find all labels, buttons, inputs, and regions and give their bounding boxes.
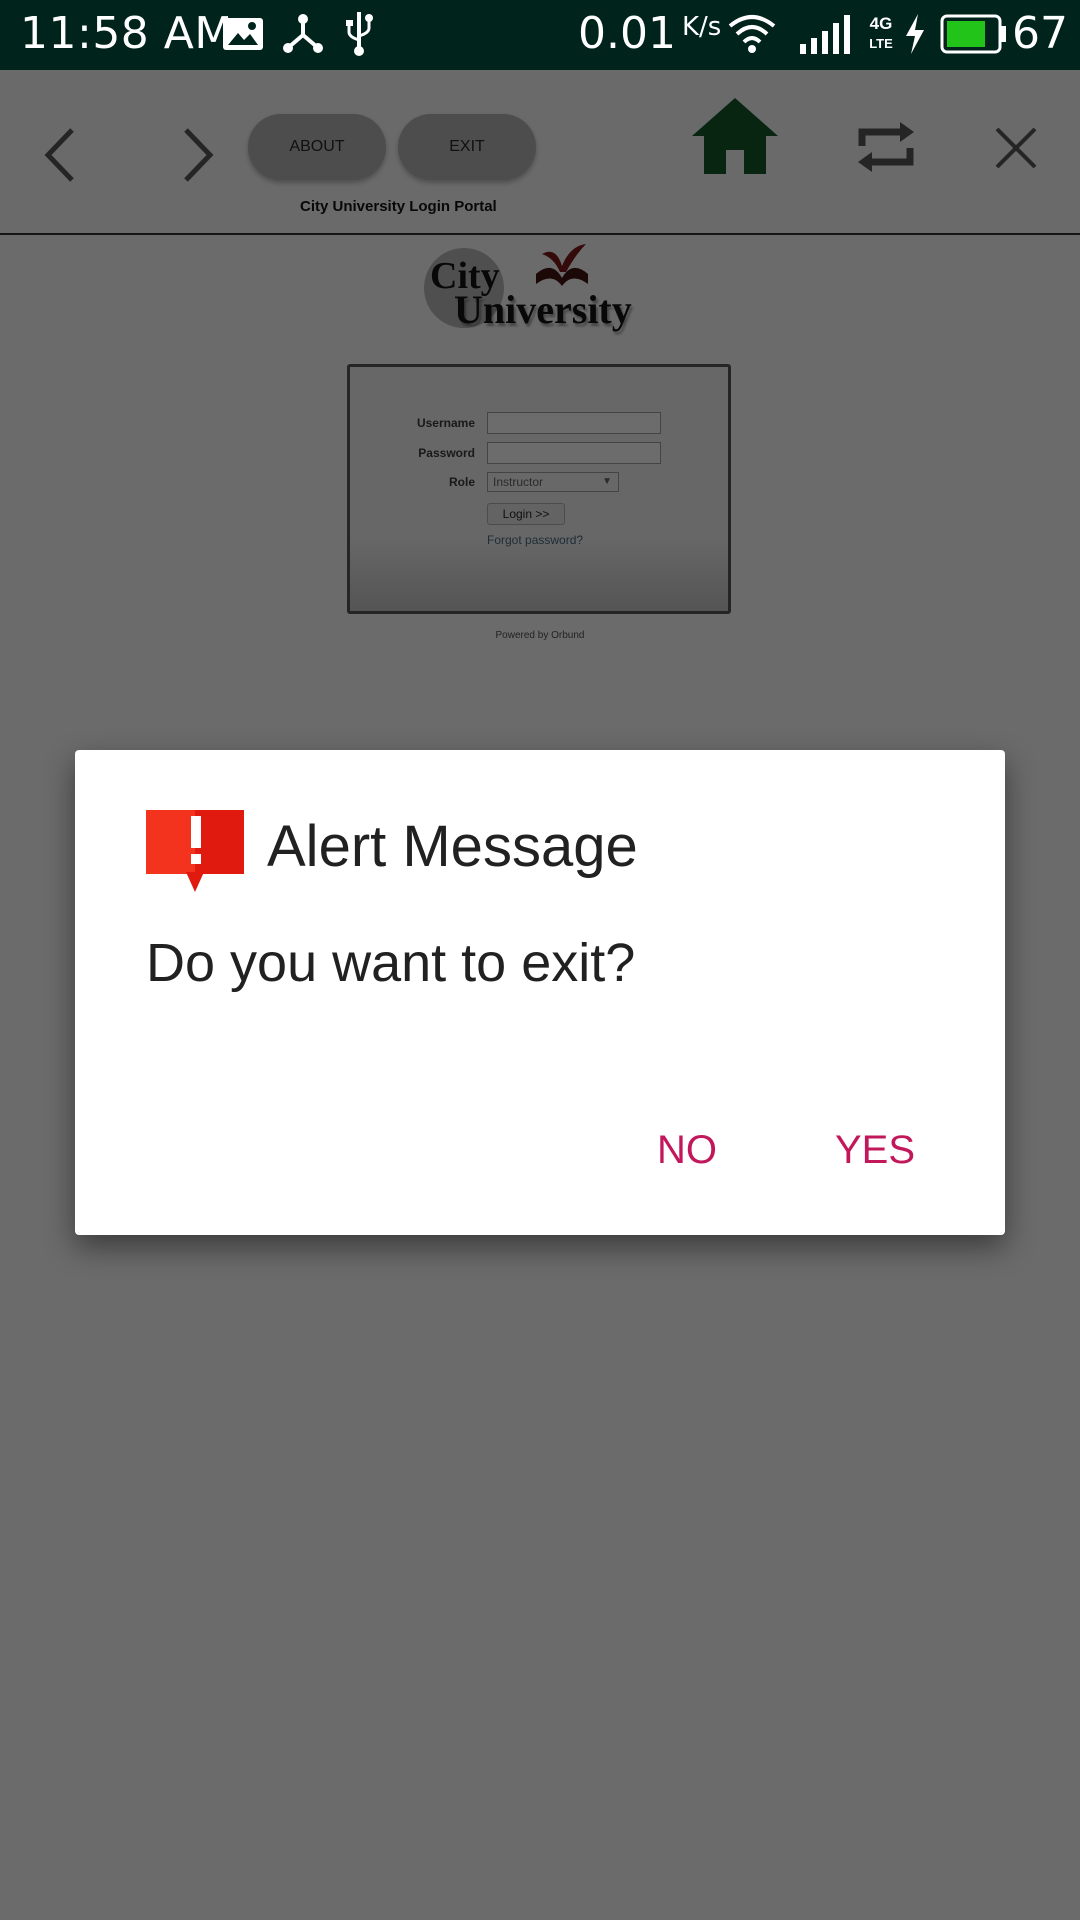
battery-percent: 67 (1012, 8, 1068, 59)
network-type: 4G LTE (869, 14, 893, 51)
status-bar: 11:58 AM 0.01 K/s 4G LTE 67 (0, 0, 1080, 70)
net-speed: 0.01 K/s (578, 8, 721, 59)
alert-icon (146, 810, 244, 892)
yes-button[interactable]: YES (835, 1128, 915, 1173)
signal-icon (800, 15, 850, 54)
dialog-title: Alert Message (267, 814, 638, 879)
net-speed-unit: K/s (681, 12, 722, 42)
usb-icon (346, 12, 373, 56)
image-notification-icon (223, 18, 263, 50)
charging-icon (906, 14, 924, 54)
no-button[interactable]: NO (657, 1128, 717, 1173)
battery-icon (940, 14, 1006, 54)
share-icon (283, 14, 323, 53)
dialog-message: Do you want to exit? (146, 933, 636, 993)
net-speed-value: 0.01 (578, 8, 676, 59)
status-time: 11:58 AM (20, 8, 233, 59)
wifi-icon (728, 15, 776, 53)
alert-dialog: Alert Message Do you want to exit? NO YE… (75, 750, 1005, 1235)
